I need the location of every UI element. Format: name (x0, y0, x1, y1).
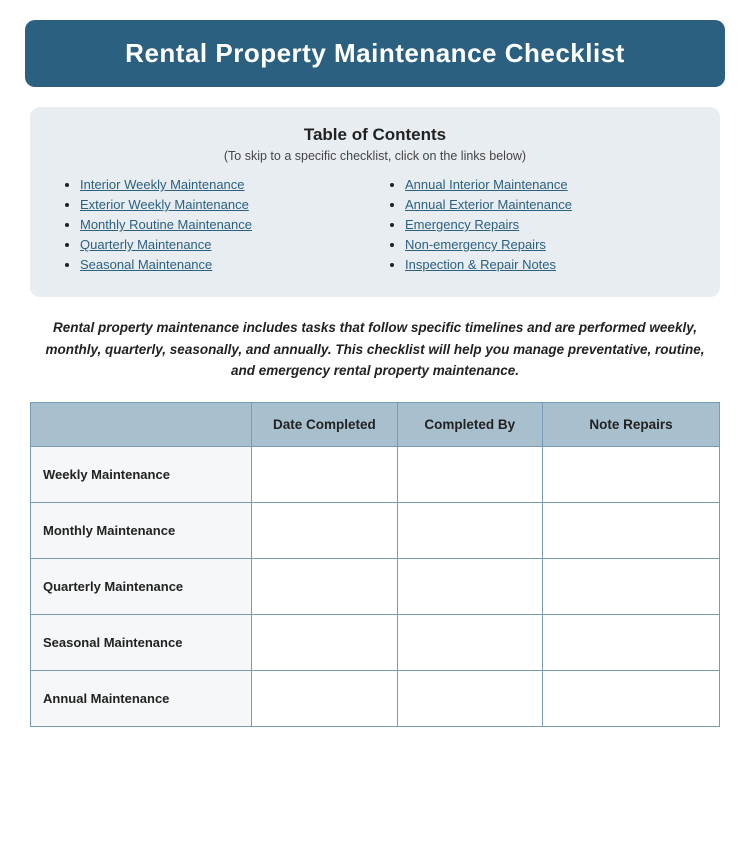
row-note-repairs[interactable] (542, 670, 719, 726)
toc-col-left: Interior Weekly Maintenance Exterior Wee… (60, 177, 365, 277)
row-completed-by[interactable] (397, 670, 542, 726)
toc-item[interactable]: Quarterly Maintenance (80, 237, 365, 252)
row-label: Annual Maintenance (31, 670, 252, 726)
toc-title: Table of Contents (60, 125, 690, 145)
row-label: Quarterly Maintenance (31, 558, 252, 614)
row-date-completed[interactable] (252, 670, 397, 726)
row-note-repairs[interactable] (542, 614, 719, 670)
row-completed-by[interactable] (397, 502, 542, 558)
toc-item[interactable]: Monthly Routine Maintenance (80, 217, 365, 232)
toc-item[interactable]: Exterior Weekly Maintenance (80, 197, 365, 212)
toc-box: Table of Contents (To skip to a specific… (30, 107, 720, 297)
toc-link-annual-exterior[interactable]: Annual Exterior Maintenance (405, 197, 572, 212)
toc-subtitle: (To skip to a specific checklist, click … (60, 149, 690, 163)
row-label: Seasonal Maintenance (31, 614, 252, 670)
header-banner: Rental Property Maintenance Checklist (25, 20, 725, 87)
table-row: Weekly Maintenance (31, 446, 720, 502)
toc-item[interactable]: Annual Interior Maintenance (405, 177, 690, 192)
row-date-completed[interactable] (252, 502, 397, 558)
row-completed-by[interactable] (397, 446, 542, 502)
col-header-label (31, 402, 252, 446)
toc-link-annual-interior[interactable]: Annual Interior Maintenance (405, 177, 568, 192)
toc-item[interactable]: Emergency Repairs (405, 217, 690, 232)
row-date-completed[interactable] (252, 614, 397, 670)
col-header-completed-by: Completed By (397, 402, 542, 446)
toc-item[interactable]: Interior Weekly Maintenance (80, 177, 365, 192)
table-row: Monthly Maintenance (31, 502, 720, 558)
description-text: Rental property maintenance includes tas… (40, 317, 710, 382)
toc-columns: Interior Weekly Maintenance Exterior Wee… (60, 177, 690, 277)
table-row: Quarterly Maintenance (31, 558, 720, 614)
row-note-repairs[interactable] (542, 558, 719, 614)
row-note-repairs[interactable] (542, 446, 719, 502)
row-label: Monthly Maintenance (31, 502, 252, 558)
row-date-completed[interactable] (252, 446, 397, 502)
toc-item[interactable]: Non-emergency Repairs (405, 237, 690, 252)
toc-link-inspection-repair[interactable]: Inspection & Repair Notes (405, 257, 556, 272)
toc-item[interactable]: Seasonal Maintenance (80, 257, 365, 272)
table-header-row: Date Completed Completed By Note Repairs (31, 402, 720, 446)
row-completed-by[interactable] (397, 558, 542, 614)
toc-link-non-emergency[interactable]: Non-emergency Repairs (405, 237, 546, 252)
maintenance-table: Date Completed Completed By Note Repairs… (30, 402, 720, 727)
toc-link-monthly-routine[interactable]: Monthly Routine Maintenance (80, 217, 252, 232)
page-title: Rental Property Maintenance Checklist (45, 38, 705, 69)
toc-col-right: Annual Interior Maintenance Annual Exter… (385, 177, 690, 277)
row-date-completed[interactable] (252, 558, 397, 614)
toc-link-quarterly[interactable]: Quarterly Maintenance (80, 237, 212, 252)
col-header-note-repairs: Note Repairs (542, 402, 719, 446)
table-row: Annual Maintenance (31, 670, 720, 726)
row-note-repairs[interactable] (542, 502, 719, 558)
toc-link-emergency-repairs[interactable]: Emergency Repairs (405, 217, 519, 232)
toc-link-interior-weekly[interactable]: Interior Weekly Maintenance (80, 177, 245, 192)
toc-link-seasonal[interactable]: Seasonal Maintenance (80, 257, 212, 272)
toc-item[interactable]: Annual Exterior Maintenance (405, 197, 690, 212)
table-row: Seasonal Maintenance (31, 614, 720, 670)
row-completed-by[interactable] (397, 614, 542, 670)
toc-item[interactable]: Inspection & Repair Notes (405, 257, 690, 272)
maintenance-table-wrapper: Date Completed Completed By Note Repairs… (30, 402, 720, 727)
toc-link-exterior-weekly[interactable]: Exterior Weekly Maintenance (80, 197, 249, 212)
col-header-date-completed: Date Completed (252, 402, 397, 446)
row-label: Weekly Maintenance (31, 446, 252, 502)
